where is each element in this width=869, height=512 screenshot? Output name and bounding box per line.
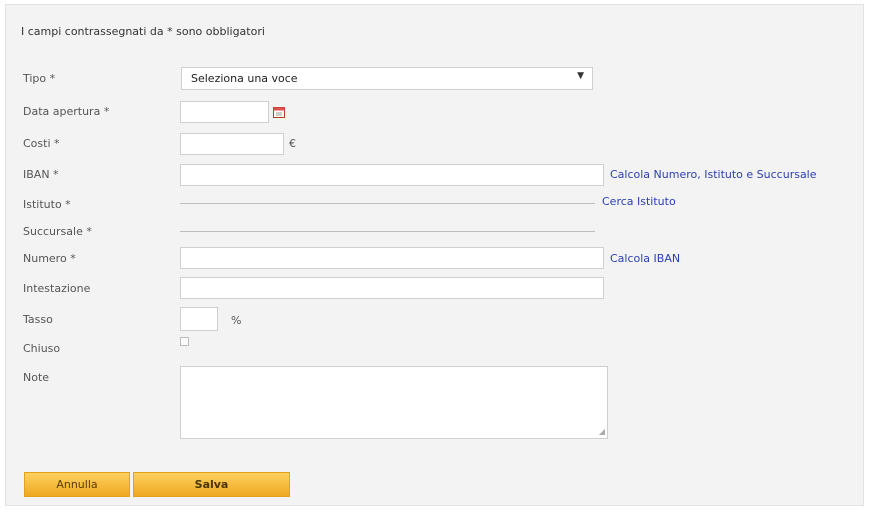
istituto-label: Istituto * — [23, 198, 71, 211]
tasso-label: Tasso — [23, 313, 53, 326]
tipo-select-value: Seleziona una voce — [191, 72, 298, 85]
numero-label: Numero * — [23, 252, 76, 265]
costi-label: Costi * — [23, 137, 60, 150]
iban-input[interactable] — [180, 164, 604, 186]
intestazione-label: Intestazione — [23, 282, 91, 295]
resize-grip-icon[interactable]: ◢ — [599, 428, 605, 436]
tipo-select[interactable]: Seleziona una voce ▼ — [181, 67, 593, 90]
succursale-label: Succursale * — [23, 225, 92, 238]
intestazione-input[interactable] — [180, 277, 604, 299]
data-apertura-input[interactable] — [180, 101, 269, 123]
costi-input[interactable] — [180, 133, 284, 155]
calcola-iban-link[interactable]: Calcola IBAN — [610, 252, 680, 265]
iban-label: IBAN * — [23, 168, 59, 181]
numero-input[interactable] — [180, 247, 604, 269]
required-fields-note: I campi contrassegnati da * sono obbliga… — [21, 25, 265, 38]
calendar-icon[interactable] — [273, 106, 285, 118]
istituto-value-line — [180, 203, 595, 204]
percent-unit: % — [231, 314, 242, 327]
euro-unit: € — [289, 137, 296, 150]
chevron-down-icon: ▼ — [577, 71, 584, 81]
tasso-input[interactable] — [180, 307, 218, 331]
note-label: Note — [23, 371, 50, 384]
note-textarea[interactable]: ◢ — [180, 366, 608, 439]
data-apertura-label: Data apertura * — [23, 105, 110, 118]
calcola-numero-link[interactable]: Calcola Numero, Istituto e Succursale — [610, 168, 817, 181]
chiuso-label: Chiuso — [23, 342, 61, 355]
cancel-button[interactable]: Annulla — [24, 472, 130, 497]
tipo-label: Tipo * — [23, 72, 56, 85]
save-button[interactable]: Salva — [133, 472, 290, 497]
chiuso-checkbox[interactable] — [180, 337, 189, 346]
succursale-value-line — [180, 231, 595, 232]
cerca-istituto-link[interactable]: Cerca Istituto — [602, 195, 676, 208]
